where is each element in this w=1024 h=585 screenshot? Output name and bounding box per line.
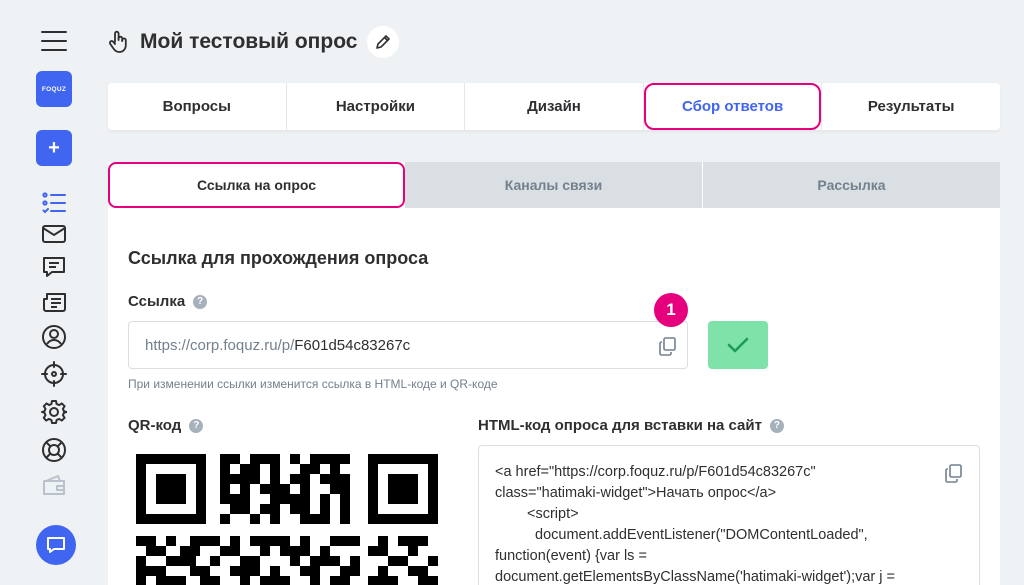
subtab-survey-link[interactable]: Ссылка на опрос [108, 162, 405, 208]
help-icon[interactable]: ? [193, 294, 208, 309]
copy-icon[interactable] [657, 335, 679, 357]
html-code-label-text: HTML-код опроса для вставки на сайт [478, 417, 762, 434]
message-icon[interactable] [41, 254, 67, 280]
link-label: Ссылка ? [128, 293, 208, 310]
gear-icon[interactable] [41, 399, 68, 425]
content-panel: Ссылка на опрос Каналы связи Рассылка Сс… [108, 162, 1000, 585]
pencil-icon [376, 35, 391, 49]
subtab-mailing[interactable]: Рассылка [703, 162, 1000, 208]
code-line: <a href="https://corp.foquz.ru/p/F601d54… [495, 464, 816, 480]
html-code-label: HTML-код опроса для вставки на сайт ? [478, 417, 784, 434]
html-code-textarea[interactable]: <a href="https://corp.foquz.ru/p/F601d54… [478, 445, 980, 585]
sidebar: FOQUZ + [0, 0, 108, 585]
tab-results[interactable]: Результаты [822, 83, 1000, 130]
edit-title-button[interactable] [367, 26, 400, 58]
pointer-hand-icon [109, 30, 127, 53]
lifebuoy-icon[interactable] [41, 437, 67, 463]
checklist-icon[interactable] [41, 190, 67, 216]
tab-design[interactable]: Дизайн [465, 83, 644, 130]
mail-icon[interactable] [41, 221, 67, 247]
wallet-icon[interactable] [41, 472, 67, 498]
section-title: Ссылка для прохождения опроса [128, 248, 429, 268]
link-hint: При изменении ссылки изменится ссылка в … [128, 377, 498, 391]
link-label-text: Ссылка [128, 293, 186, 310]
confirm-link-button[interactable] [708, 321, 768, 369]
logo[interactable]: FOQUZ [36, 71, 72, 107]
tab-settings[interactable]: Настройки [287, 83, 466, 130]
sub-tabs: Ссылка на опрос Каналы связи Рассылка [108, 162, 1000, 208]
qr-label: QR-код ? [128, 417, 204, 434]
chat-button[interactable] [36, 525, 76, 565]
qr-code [136, 454, 438, 585]
code-line: class="hatimaki-widget">Начать опрос</a> [495, 485, 777, 501]
tab-collect-answers[interactable]: Сбор ответов [643, 83, 823, 130]
check-icon [727, 337, 749, 353]
code-line: function(event) {var ls = [495, 548, 647, 564]
help-icon[interactable]: ? [189, 418, 204, 433]
subtab-channels[interactable]: Каналы связи [405, 162, 703, 208]
step-badge: 1 [654, 293, 688, 327]
help-icon[interactable]: ? [769, 418, 784, 433]
page-title: Мой тестовый опрос [140, 30, 358, 53]
link-suffix[interactable]: F601d54c83267c [294, 337, 410, 354]
main-tabs: Вопросы Настройки Дизайн Сбор ответов Ре… [108, 83, 1000, 130]
qr-label-text: QR-код [128, 417, 182, 434]
copy-icon[interactable] [943, 462, 965, 484]
link-prefix: https://corp.foquz.ru/p/ [145, 336, 295, 354]
target-icon[interactable] [41, 361, 67, 387]
chat-icon [47, 537, 65, 553]
code-line: document.addEventListener("DOMContentLoa… [535, 527, 868, 543]
newspaper-icon[interactable] [41, 289, 67, 315]
code-line: <script> [527, 506, 579, 522]
menu-icon[interactable] [41, 31, 67, 51]
tab-questions[interactable]: Вопросы [108, 83, 287, 130]
user-icon[interactable] [41, 324, 67, 350]
title-row: Мой тестовый опрос [108, 25, 400, 59]
link-input[interactable]: https://corp.foquz.ru/p/F601d54c83267c [128, 321, 688, 369]
code-line: document.getElementsByClassName('hatimak… [495, 569, 896, 585]
add-button[interactable]: + [36, 130, 72, 166]
